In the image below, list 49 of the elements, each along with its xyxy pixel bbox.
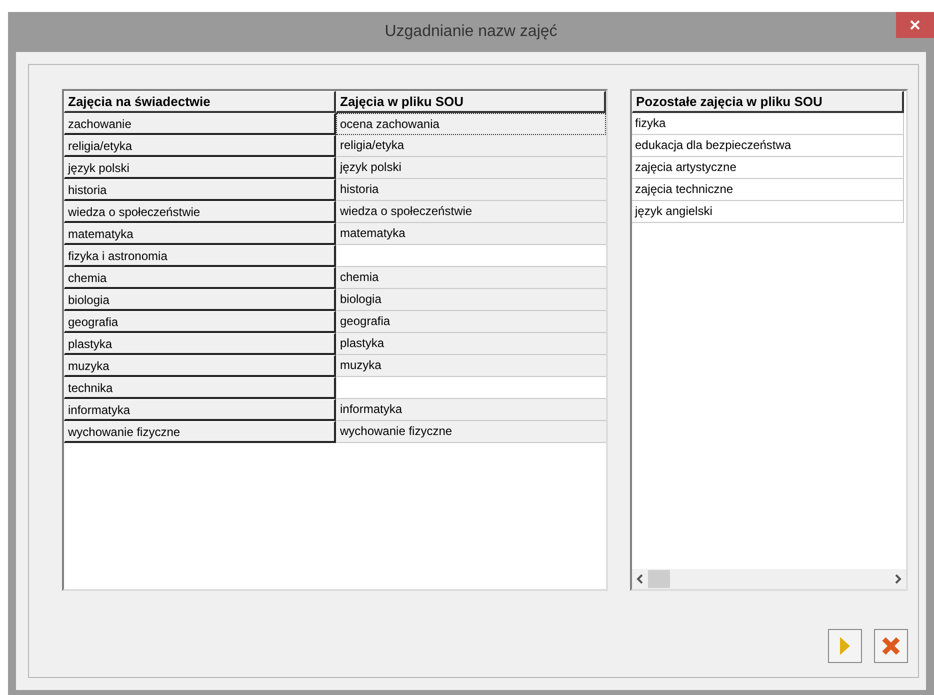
column-header[interactable]: Pozostałe zajęcia w pliku SOU <box>632 91 904 113</box>
grid-cell[interactable]: informatyka <box>336 399 606 421</box>
column-header[interactable]: Zajęcia na świadectwie <box>64 91 336 113</box>
grid-cell[interactable]: chemia <box>336 267 606 289</box>
grid-cell[interactable] <box>336 245 606 267</box>
scroll-right-icon[interactable] <box>894 574 902 584</box>
scroll-thumb[interactable] <box>648 570 670 588</box>
grid-cell: język polski <box>64 157 336 179</box>
grid-cell: geografia <box>64 311 336 333</box>
grid-cell: muzyka <box>64 355 336 377</box>
grid-cell: wiedza o społeczeństwie <box>64 201 336 223</box>
grid-cell[interactable]: język polski <box>336 157 606 179</box>
grid-cell: religia/etyka <box>64 135 336 157</box>
grid-cell: biologia <box>64 289 336 311</box>
next-button[interactable] <box>828 629 862 663</box>
grid-cell: historia <box>64 179 336 201</box>
grid-cell[interactable]: ocena zachowania <box>336 113 606 135</box>
grid-cell: technika <box>64 377 336 399</box>
grid-cell: wychowanie fizyczne <box>64 421 336 443</box>
grid-cell[interactable]: wychowanie fizyczne <box>336 421 606 443</box>
grid-cell[interactable]: wiedza o społeczeństwie <box>336 201 606 223</box>
grid-cell[interactable]: biologia <box>336 289 606 311</box>
grid-cell: matematyka <box>64 223 336 245</box>
play-icon <box>839 636 851 656</box>
grid-cell: plastyka <box>64 333 336 355</box>
grid-cell: informatyka <box>64 399 336 421</box>
window-title: Uzgadnianie nazw zajęć <box>384 23 558 41</box>
list-item[interactable]: język angielski <box>632 201 904 223</box>
horizontal-scrollbar[interactable] <box>632 569 906 589</box>
grid-cell: chemia <box>64 267 336 289</box>
grid-cell[interactable]: matematyka <box>336 223 606 245</box>
grid-cell[interactable]: religia/etyka <box>336 135 606 157</box>
list-item[interactable]: fizyka <box>632 113 904 135</box>
grid-cell[interactable]: plastyka <box>336 333 606 355</box>
close-icon <box>910 20 920 30</box>
cancel-button[interactable] <box>874 629 908 663</box>
grid-cell[interactable]: muzyka <box>336 355 606 377</box>
grid-cell: zachowanie <box>64 113 336 135</box>
column-header[interactable]: Zajęcia w pliku SOU <box>336 91 606 113</box>
grid-cell: fizyka i astronomia <box>64 245 336 267</box>
close-button[interactable] <box>896 12 934 38</box>
list-item[interactable]: edukacja dla bezpieczeństwa <box>632 135 904 157</box>
grid-cell[interactable]: geografia <box>336 311 606 333</box>
grid-cell[interactable]: historia <box>336 179 606 201</box>
list-item[interactable]: zajęcia artystyczne <box>632 157 904 179</box>
cross-icon <box>881 636 901 656</box>
scroll-left-icon[interactable] <box>636 574 644 584</box>
grid-cell[interactable] <box>336 377 606 399</box>
list-item[interactable]: zajęcia techniczne <box>632 179 904 201</box>
